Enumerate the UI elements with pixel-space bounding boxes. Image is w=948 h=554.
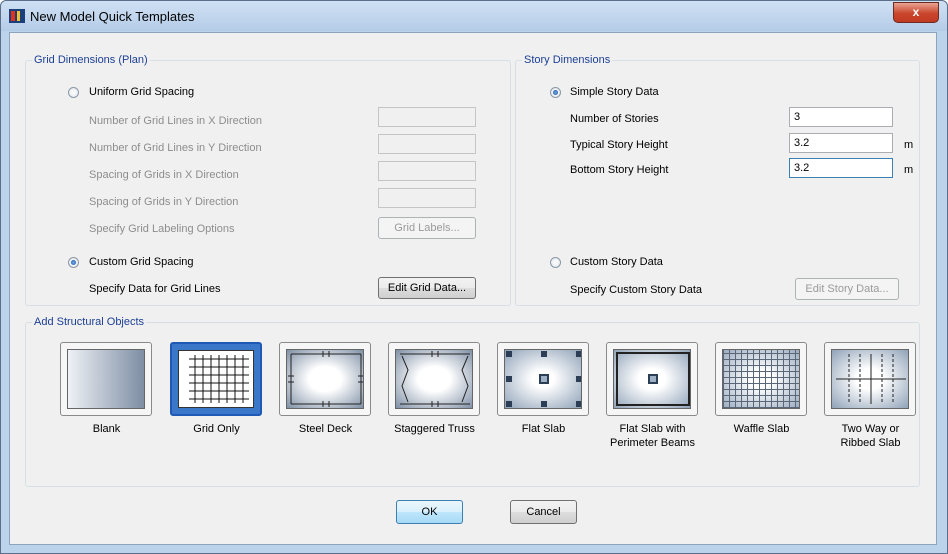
grid-lines-y-label: Number of Grid Lines in Y Direction (89, 142, 262, 154)
template-steel-deck[interactable]: Steel Deck (279, 342, 372, 436)
template-label-line1: Flat Slab with (619, 423, 686, 435)
template-grid-only[interactable]: Grid Only (170, 342, 263, 436)
number-of-stories-field[interactable]: 3 (789, 107, 893, 127)
steel-deck-icon (279, 342, 371, 416)
staggered-truss-icon (388, 342, 480, 416)
template-staggered-truss[interactable]: Staggered Truss (388, 342, 481, 436)
grid-dimensions-legend: Grid Dimensions (Plan) (34, 54, 148, 66)
typical-story-height-label: Typical Story Height (570, 139, 668, 151)
bottom-story-height-label: Bottom Story Height (570, 164, 669, 176)
dialog-window: New Model Quick Templates x Grid Dimensi… (0, 0, 948, 554)
typical-height-unit: m (904, 139, 914, 151)
flat-slab-perimeter-beams-icon (606, 342, 698, 416)
spacing-y-label: Spacing of Grids in Y Direction (89, 196, 239, 208)
template-label: Flat Slab (521, 423, 566, 435)
waffle-slab-icon (715, 342, 807, 416)
custom-grid-spacing-label: Custom Grid Spacing (89, 256, 194, 268)
grid-lines-y-field[interactable] (378, 134, 476, 154)
uniform-grid-spacing-radio[interactable] (68, 87, 79, 98)
template-label: Grid Only (193, 423, 240, 435)
spacing-x-field[interactable] (378, 161, 476, 181)
simple-story-data-radio[interactable] (550, 87, 561, 98)
app-icon (9, 9, 25, 23)
template-two-way-ribbed-slab[interactable]: Two Way or Ribbed Slab (824, 342, 917, 450)
window-title: New Model Quick Templates (30, 9, 195, 24)
flat-slab-icon (497, 342, 589, 416)
grid-lines-data-label: Specify Data for Grid Lines (89, 283, 221, 295)
spacing-y-field[interactable] (378, 188, 476, 208)
grid-labeling-label: Specify Grid Labeling Options (89, 223, 235, 235)
template-label-line2: Perimeter Beams (610, 437, 695, 449)
spacing-x-label: Spacing of Grids in X Direction (89, 169, 239, 181)
blank-template-icon (60, 342, 152, 416)
grid-lines-x-label: Number of Grid Lines in X Direction (89, 115, 263, 127)
close-button[interactable]: x (893, 2, 939, 23)
typical-story-height-field[interactable]: 3.2 (789, 133, 893, 153)
grid-labels-button[interactable]: Grid Labels... (378, 217, 476, 239)
custom-story-data-row-label: Specify Custom Story Data (570, 284, 703, 296)
structural-objects-legend: Add Structural Objects (34, 316, 145, 328)
bottom-story-height-field[interactable]: 3.2 (789, 158, 893, 178)
template-label: Steel Deck (298, 423, 353, 435)
grid-only-icon (170, 342, 262, 416)
custom-grid-spacing-radio[interactable] (68, 257, 79, 268)
template-label-line1: Two Way or (841, 423, 900, 435)
story-dimensions-legend: Story Dimensions (524, 54, 611, 66)
cancel-button[interactable]: Cancel (510, 500, 577, 524)
template-label: Blank (92, 423, 121, 435)
template-flat-slab-perimeter-beams[interactable]: Flat Slab with Perimeter Beams (606, 342, 699, 450)
template-blank[interactable]: Blank (60, 342, 153, 436)
custom-story-data-label: Custom Story Data (570, 256, 663, 268)
uniform-grid-spacing-label: Uniform Grid Spacing (89, 86, 195, 98)
template-label: Two Way or Ribbed Slab (824, 422, 917, 450)
edit-story-data-button[interactable]: Edit Story Data... (795, 278, 899, 300)
number-of-stories-label: Number of Stories (570, 113, 659, 125)
simple-story-data-label: Simple Story Data (570, 86, 659, 98)
custom-story-data-radio[interactable] (550, 257, 561, 268)
edit-grid-data-button[interactable]: Edit Grid Data... (378, 277, 476, 299)
template-flat-slab[interactable]: Flat Slab (497, 342, 590, 436)
template-label: Waffle Slab (733, 423, 790, 435)
template-label: Staggered Truss (394, 423, 475, 435)
dialog-body: Grid Dimensions (Plan) Uniform Grid Spac… (9, 32, 937, 545)
template-waffle-slab[interactable]: Waffle Slab (715, 342, 808, 436)
two-way-ribbed-slab-icon (824, 342, 916, 416)
bottom-height-unit: m (904, 164, 914, 176)
template-label-line2: Ribbed Slab (840, 437, 901, 449)
template-label: Flat Slab with Perimeter Beams (606, 422, 699, 450)
title-bar[interactable]: New Model Quick Templates x (1, 1, 947, 31)
ok-button[interactable]: OK (396, 500, 463, 524)
grid-lines-x-field[interactable] (378, 107, 476, 127)
